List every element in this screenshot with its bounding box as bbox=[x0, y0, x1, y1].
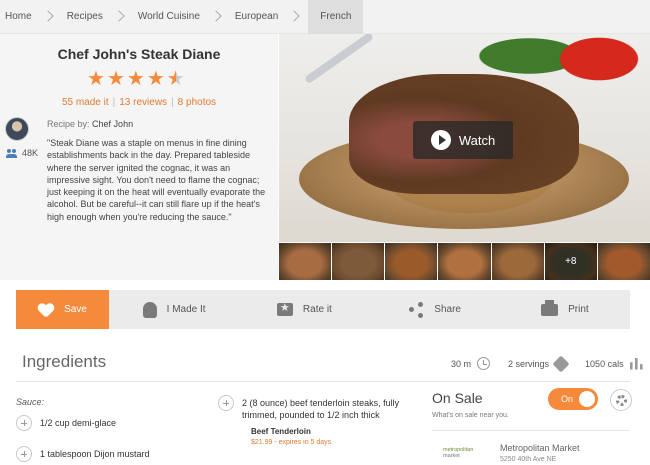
chevron-right-icon bbox=[44, 0, 54, 34]
ingredient-section-label: Sauce: bbox=[16, 397, 45, 407]
recipe-meta: 30 m 2 servings 1050 cals bbox=[451, 355, 643, 372]
photo-thumbnail[interactable] bbox=[597, 243, 650, 280]
breadcrumb-home[interactable]: Home bbox=[0, 0, 62, 34]
play-icon bbox=[430, 130, 451, 150]
add-icon[interactable] bbox=[16, 415, 32, 431]
watch-video-button[interactable]: Watch bbox=[413, 121, 513, 159]
action-bar: Save I Made It Rate it Share Print bbox=[16, 290, 630, 329]
divider bbox=[432, 430, 630, 431]
chevron-right-icon bbox=[212, 0, 222, 34]
heart-icon bbox=[38, 302, 54, 318]
breadcrumb-european[interactable]: European bbox=[230, 0, 308, 34]
recipe-title: Chef John's Steak Diane bbox=[57, 46, 221, 62]
share-icon bbox=[408, 302, 424, 318]
nutrition-icon[interactable] bbox=[629, 357, 643, 370]
photo-thumbnail[interactable] bbox=[385, 243, 438, 280]
on-sale-title: On Sale bbox=[432, 390, 483, 406]
chef-hat-icon bbox=[142, 301, 157, 318]
photo-thumbnail[interactable]: +8 bbox=[544, 243, 597, 280]
servings-icon[interactable] bbox=[552, 355, 570, 372]
author-name[interactable]: Chef John bbox=[92, 119, 133, 129]
followers-count: 48K bbox=[6, 148, 38, 158]
chevron-right-icon bbox=[290, 0, 300, 34]
author-avatar[interactable] bbox=[5, 117, 29, 141]
star-icon: ★ bbox=[126, 68, 145, 90]
photo-thumbnail[interactable] bbox=[332, 243, 385, 280]
breadcrumb: Home Recipes World Cuisine European Fren… bbox=[0, 0, 650, 34]
recipe-stats: 55 made it | 13 reviews | 8 photos bbox=[61, 97, 217, 108]
photos-link[interactable]: 8 photos bbox=[178, 97, 216, 108]
on-sale-toggle[interactable]: On bbox=[548, 388, 598, 410]
recipe-by: Recipe by: Chef John bbox=[47, 119, 134, 129]
recipe-hero-image[interactable]: Watch bbox=[279, 34, 650, 242]
star-rating[interactable]: ★ ★ ★ ★ ★ bbox=[87, 68, 185, 90]
chevron-right-icon bbox=[115, 0, 125, 34]
store-logo: metropolitan market bbox=[443, 447, 474, 459]
gear-icon bbox=[615, 394, 627, 406]
star-half-icon: ★ bbox=[166, 68, 185, 90]
photo-thumbnail[interactable] bbox=[438, 243, 491, 280]
save-button[interactable]: Save bbox=[16, 290, 109, 329]
print-button[interactable]: Print bbox=[500, 290, 630, 329]
store-address: 5250 40th Ave NE bbox=[500, 456, 557, 463]
add-icon[interactable] bbox=[218, 395, 234, 411]
made-it-count[interactable]: 55 made it bbox=[62, 97, 109, 108]
star-icon: ★ bbox=[87, 68, 105, 90]
photo-thumbnail[interactable] bbox=[279, 243, 332, 280]
made-it-button[interactable]: I Made It bbox=[109, 290, 239, 329]
star-icon: ★ bbox=[146, 68, 165, 90]
store-name[interactable]: Metropolitan Market bbox=[500, 443, 580, 453]
photo-thumbnails: +8 bbox=[279, 243, 650, 280]
ingredient-item[interactable]: 1 tablespoon Dijon mustard bbox=[16, 446, 206, 462]
users-icon bbox=[6, 148, 18, 158]
on-sale-subtitle: What's on sale near you. bbox=[432, 412, 509, 419]
reviews-link[interactable]: 13 reviews bbox=[119, 97, 167, 108]
ingredients-title: Ingredients bbox=[22, 352, 107, 371]
print-icon bbox=[541, 299, 559, 316]
breadcrumb-recipes[interactable]: Recipes bbox=[62, 0, 133, 34]
photo-thumbnail[interactable] bbox=[491, 243, 544, 280]
clock-icon bbox=[477, 357, 491, 370]
toggle-knob bbox=[579, 391, 595, 407]
share-button[interactable]: Share bbox=[370, 290, 500, 329]
settings-button[interactable] bbox=[610, 389, 632, 411]
rate-it-button[interactable]: Rate it bbox=[239, 290, 369, 329]
divider bbox=[16, 381, 630, 382]
ingredient-item[interactable]: 2 (8 ounce) beef tenderloin steaks, full… bbox=[218, 395, 408, 421]
ingredient-item[interactable]: 1/2 cup demi-glace bbox=[16, 415, 206, 431]
star-icon: ★ bbox=[106, 68, 125, 90]
promo-price: $21.99 - expires in 5 days bbox=[251, 439, 332, 446]
add-icon[interactable] bbox=[16, 446, 32, 462]
promo-brand[interactable]: Beef Tenderloin bbox=[251, 427, 311, 436]
recipe-description: "Steak Diane was a staple on menus in fi… bbox=[47, 138, 266, 222]
calories: 1050 cals bbox=[585, 358, 624, 369]
prep-time: 30 m bbox=[451, 358, 472, 369]
servings: 2 servings bbox=[508, 358, 550, 369]
breadcrumb-world-cuisine[interactable]: World Cuisine bbox=[133, 0, 230, 34]
rate-icon bbox=[276, 301, 293, 316]
breadcrumb-french[interactable]: French bbox=[308, 0, 364, 34]
more-photos-label: +8 bbox=[544, 243, 597, 280]
